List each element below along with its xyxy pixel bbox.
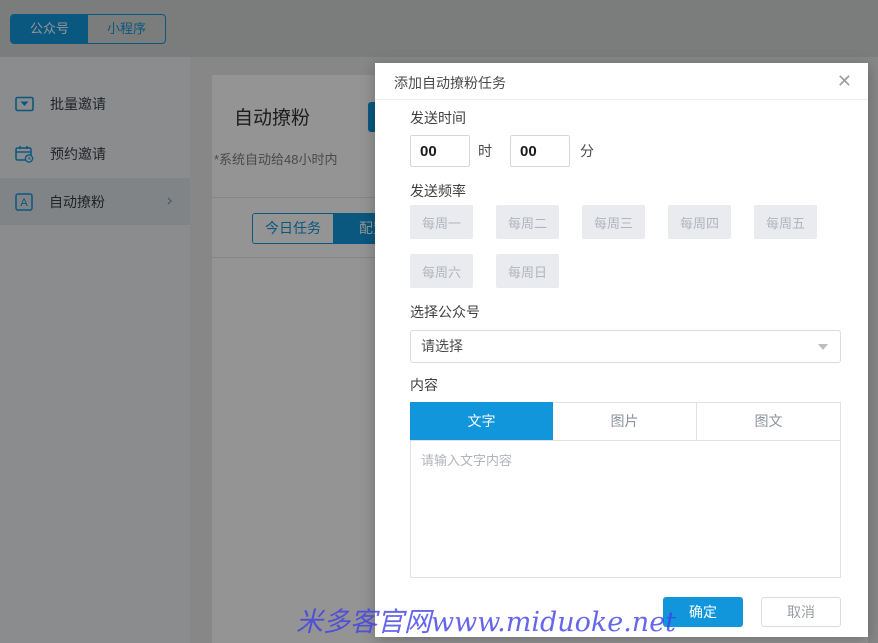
weekday-wednesday-button[interactable]: 每周三 xyxy=(582,205,645,239)
frequency-label: 发送频率 xyxy=(410,181,466,201)
account-select[interactable]: 请选择 xyxy=(410,330,841,363)
account-select-value: 请选择 xyxy=(421,331,463,362)
weekday-friday-button[interactable]: 每周五 xyxy=(754,205,817,239)
weekday-saturday-button[interactable]: 每周六 xyxy=(410,254,473,288)
minute-input[interactable] xyxy=(510,135,570,167)
add-auto-fan-task-dialog: 添加自动撩粉任务 ✕ 发送时间 时 分 发送频率 每周一 每周二 每周三 每周四… xyxy=(375,63,868,637)
weekday-sunday-button[interactable]: 每周日 xyxy=(496,254,559,288)
minute-unit-label: 分 xyxy=(580,135,594,167)
cancel-button[interactable]: 取消 xyxy=(761,597,841,627)
tab-image[interactable]: 图片 xyxy=(553,402,696,440)
hour-input[interactable] xyxy=(410,135,470,167)
tab-image-text[interactable]: 图文 xyxy=(696,402,841,440)
text-content-input[interactable] xyxy=(410,440,841,578)
dialog-title: 添加自动撩粉任务 xyxy=(394,73,506,93)
confirm-button[interactable]: 确定 xyxy=(663,597,743,627)
tab-text[interactable]: 文字 xyxy=(410,402,553,440)
close-icon[interactable]: ✕ xyxy=(837,70,852,92)
content-label: 内容 xyxy=(410,375,438,395)
weekday-tuesday-button[interactable]: 每周二 xyxy=(496,205,559,239)
send-time-label: 发送时间 xyxy=(410,108,466,128)
content-type-tabs: 文字 图片 图文 xyxy=(410,402,841,440)
weekday-monday-button[interactable]: 每周一 xyxy=(410,205,473,239)
dialog-header: 添加自动撩粉任务 ✕ xyxy=(375,63,868,100)
account-label: 选择公众号 xyxy=(410,302,480,322)
weekday-thursday-button[interactable]: 每周四 xyxy=(668,205,731,239)
hour-unit-label: 时 xyxy=(478,135,492,167)
app-screen: 公众号 小程序 批量邀请 预约邀请 xyxy=(0,0,878,643)
chevron-down-icon xyxy=(818,344,828,350)
